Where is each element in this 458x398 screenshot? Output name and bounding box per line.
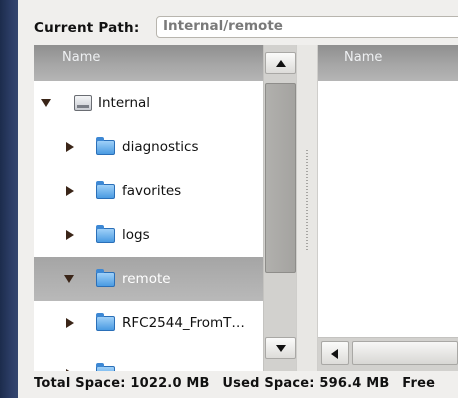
current-path-label: Current Path:: [34, 20, 140, 36]
tree-vertical-scrollbar[interactable]: [263, 45, 296, 371]
contents-column-header[interactable]: Name: [318, 45, 458, 81]
splitter-grip-icon: [306, 150, 308, 250]
expand-right-icon[interactable]: [66, 318, 74, 328]
tree-column-header[interactable]: Name: [34, 45, 296, 81]
contents-horizontal-scrollbar[interactable]: [318, 337, 458, 371]
tree-item-rfc2544[interactable]: RFC2544_FromT…: [34, 301, 263, 345]
folder-icon: [96, 180, 115, 199]
expand-down-icon[interactable]: [64, 275, 74, 283]
storage-status-bar: Total Space: 1022.0 MB Used Space: 596.4…: [34, 376, 458, 398]
scroll-down-button[interactable]: [265, 337, 296, 359]
scroll-thumb[interactable]: [265, 83, 296, 273]
current-path-row: Current Path: Internal/remote: [34, 16, 458, 39]
tree-item-label: remote: [122, 271, 171, 287]
tree-item-remote[interactable]: remote: [34, 257, 263, 301]
tree-item-label: RFC2544_FromT…: [122, 315, 245, 331]
folder-icon: [96, 224, 115, 243]
folder-icon: [96, 136, 115, 155]
arrow-left-icon: [331, 349, 338, 359]
tree-item-screens[interactable]: screens: [34, 345, 263, 371]
folder-icon: [96, 312, 115, 331]
folder-icon: [96, 268, 115, 287]
scroll-left-button[interactable]: [321, 341, 349, 365]
folder-icon: [96, 363, 115, 371]
pane-splitter[interactable]: [296, 45, 318, 371]
tree-item-diagnostics[interactable]: diagnostics: [34, 125, 263, 169]
tree-item-label: Internal: [98, 95, 151, 111]
current-path-field[interactable]: Internal/remote: [156, 16, 458, 38]
folder-tree[interactable]: Name Internal diagnostics favorites logs…: [34, 45, 296, 371]
free-space-text: Free: [402, 376, 436, 391]
tree-item-logs[interactable]: logs: [34, 213, 263, 257]
total-space-text: Total Space: 1022.0 MB: [34, 376, 210, 391]
expand-right-icon[interactable]: [66, 142, 74, 152]
tree-item-label: diagnostics: [122, 139, 199, 155]
tree-item-internal[interactable]: Internal: [34, 81, 263, 125]
arrow-up-icon: [276, 60, 286, 67]
window-edge: [0, 0, 18, 398]
expand-right-icon[interactable]: [66, 369, 74, 371]
arrow-down-icon: [276, 345, 286, 352]
tree-item-label: logs: [122, 227, 150, 243]
scroll-up-button[interactable]: [265, 52, 296, 74]
expand-right-icon[interactable]: [66, 230, 74, 240]
drive-icon: [74, 95, 92, 111]
tree-item-favorites[interactable]: favorites: [34, 169, 263, 213]
folder-contents[interactable]: Name: [318, 45, 458, 371]
tree-item-label: favorites: [122, 183, 182, 199]
expand-right-icon[interactable]: [66, 186, 74, 196]
expand-down-icon[interactable]: [41, 99, 51, 107]
scroll-thumb-horizontal[interactable]: [352, 341, 458, 365]
used-space-text: Used Space: 596.4 MB: [222, 376, 390, 391]
